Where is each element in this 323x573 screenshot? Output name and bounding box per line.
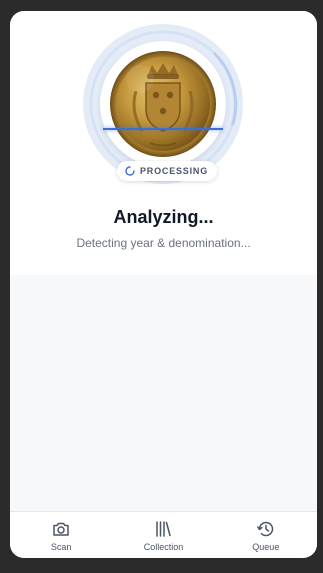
tab-queue-label: Queue bbox=[252, 542, 280, 552]
analysis-panel: PROCESSING Analyzing... Detecting year &… bbox=[10, 11, 317, 275]
status-label: PROCESSING bbox=[140, 166, 209, 176]
coin-scanner bbox=[83, 24, 243, 184]
camera-icon bbox=[53, 522, 69, 536]
loading-spinner-icon bbox=[125, 166, 135, 176]
history-icon bbox=[256, 521, 274, 537]
app-screen: PROCESSING Analyzing... Detecting year &… bbox=[10, 11, 317, 558]
page-title: Analyzing... bbox=[113, 207, 214, 227]
scan-line bbox=[103, 128, 223, 130]
tab-scan[interactable]: Scan bbox=[10, 512, 112, 558]
tab-queue[interactable]: Queue bbox=[215, 512, 317, 558]
status-message: Detecting year & denomination... bbox=[76, 236, 251, 250]
tab-collection[interactable]: Collection bbox=[112, 512, 214, 558]
library-icon bbox=[156, 521, 172, 537]
coin-image bbox=[110, 51, 216, 157]
status-badge: PROCESSING bbox=[117, 161, 218, 181]
bottom-tab-bar: Scan Collection Queue bbox=[10, 511, 317, 558]
tab-scan-label: Scan bbox=[50, 542, 72, 552]
tab-collection-label: Collection bbox=[143, 542, 184, 552]
